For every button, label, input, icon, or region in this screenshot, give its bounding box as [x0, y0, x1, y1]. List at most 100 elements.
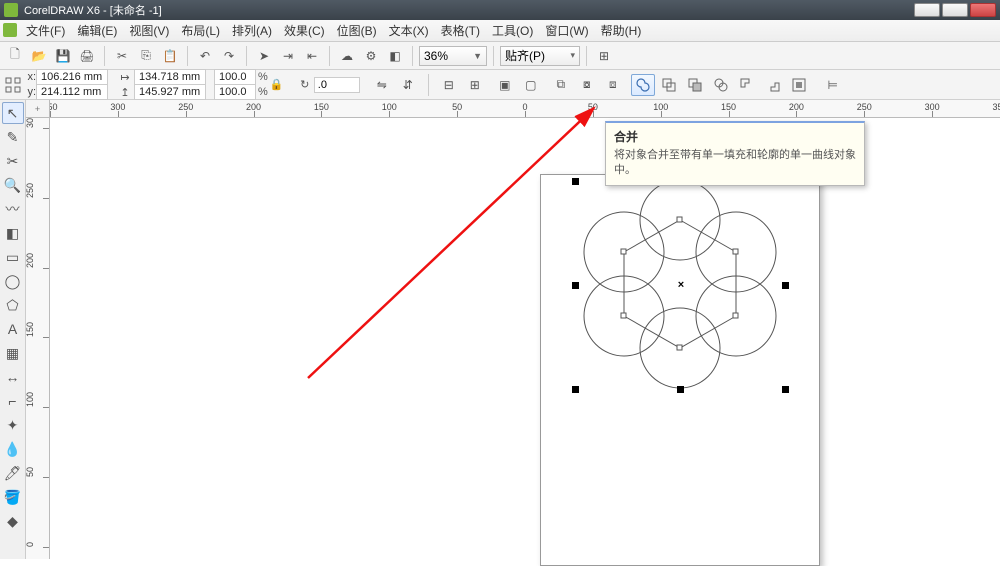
- maximize-button[interactable]: [942, 3, 968, 17]
- options-button[interactable]: ⚙: [360, 45, 382, 67]
- height-icon: ↥: [116, 84, 134, 100]
- text-tool[interactable]: A: [2, 318, 24, 340]
- x-position[interactable]: 106.216 mm: [36, 69, 108, 85]
- zoom-select[interactable]: 36% ▼: [419, 46, 487, 66]
- standard-toolbar: 🗋 📂 💾 🖨 ✂ ⎘ 📋 ↶ ↷ ➤ ⇥ ⇤ ☁ ⚙ ◧ 36% ▼ 贴齐(P…: [0, 42, 1000, 70]
- ruler-v-label: 50: [26, 467, 35, 477]
- ungroup-all-button[interactable]: ⧈: [601, 74, 625, 96]
- new-button[interactable]: 🗋: [4, 45, 26, 67]
- menu-bitmap[interactable]: 位图(B): [331, 21, 383, 41]
- group-button[interactable]: ⧉: [549, 74, 573, 96]
- scale-x[interactable]: 100.0: [214, 69, 256, 85]
- menu-help[interactable]: 帮助(H): [595, 21, 648, 41]
- menu-edit[interactable]: 编辑(E): [71, 21, 123, 41]
- ellipse-tool[interactable]: ◯: [2, 270, 24, 292]
- ruler-v-label: 100: [26, 392, 35, 407]
- align-button[interactable]: ⊟: [437, 74, 461, 96]
- snap-select[interactable]: 贴齐(P) ▾: [500, 46, 580, 66]
- print-button[interactable]: 🖨: [76, 45, 98, 67]
- lock-ratio-icon[interactable]: 🔒: [268, 77, 286, 93]
- to-front-button[interactable]: ▣: [493, 74, 517, 96]
- effects-tool[interactable]: ✦: [2, 414, 24, 436]
- ruler-h-label: 300: [925, 102, 940, 112]
- redo-button[interactable]: ↷: [218, 45, 240, 67]
- menu-bar: 文件(F) 编辑(E) 视图(V) 布局(L) 排列(A) 效果(C) 位图(B…: [0, 20, 1000, 42]
- selection-handle-br[interactable]: [782, 386, 789, 393]
- y-position[interactable]: 214.112 mm: [36, 84, 108, 100]
- table-tool[interactable]: ▦: [2, 342, 24, 364]
- ruler-v-label: 0: [26, 542, 35, 547]
- ruler-h-label: 350: [992, 102, 1000, 112]
- trim-button[interactable]: [657, 74, 681, 96]
- mirror-h-button[interactable]: ⇋: [370, 74, 394, 96]
- fill-tool[interactable]: 🪣: [2, 486, 24, 508]
- convert-curves-button[interactable]: ⊨: [821, 74, 845, 96]
- weld-button[interactable]: [631, 74, 655, 96]
- simplify-button[interactable]: [709, 74, 733, 96]
- menu-tools[interactable]: 工具(O): [486, 21, 539, 41]
- menu-text[interactable]: 文本(X): [383, 21, 435, 41]
- menu-effects[interactable]: 效果(C): [278, 21, 331, 41]
- window-title: CorelDRAW X6 - [未命名 -1]: [24, 2, 162, 18]
- menu-file[interactable]: 文件(F): [20, 21, 71, 41]
- ungroup-button[interactable]: ⧇: [575, 74, 599, 96]
- distribute-button[interactable]: ⊞: [463, 74, 487, 96]
- zoom-tool[interactable]: 🔍: [2, 174, 24, 196]
- menu-window[interactable]: 窗口(W): [539, 21, 594, 41]
- crop-tool[interactable]: ✂: [2, 150, 24, 172]
- menu-layout[interactable]: 布局(L): [175, 21, 226, 41]
- launch-button[interactable]: ◧: [384, 45, 406, 67]
- pick-button[interactable]: ➤: [253, 45, 275, 67]
- boundary-button[interactable]: [787, 74, 811, 96]
- height-value[interactable]: 145.927 mm: [134, 84, 206, 100]
- menu-table[interactable]: 表格(T): [435, 21, 486, 41]
- width-value[interactable]: 134.718 mm: [134, 69, 206, 85]
- copy-button[interactable]: ⎘: [135, 45, 157, 67]
- mirror-v-button[interactable]: ⇵: [396, 74, 420, 96]
- publish-button[interactable]: ☁: [336, 45, 358, 67]
- shape-tool[interactable]: ✎: [2, 126, 24, 148]
- viewport[interactable]: × 合并 将对象合并至带有单一填充和轮廓的单一曲线对象中。: [50, 118, 1000, 559]
- selection-handle-bl[interactable]: [572, 386, 579, 393]
- tooltip-description: 将对象合并至带有单一填充和轮廓的单一曲线对象中。: [614, 148, 856, 178]
- rectangle-tool[interactable]: ▭: [2, 246, 24, 268]
- chevron-down-icon: ▼: [473, 51, 482, 61]
- ruler-horizontal[interactable]: 3503002502001501005005010015020025030035…: [50, 100, 1000, 118]
- ruler-vertical[interactable]: 300250200150100500: [26, 118, 50, 559]
- menu-view[interactable]: 视图(V): [123, 21, 175, 41]
- back-minus-front-button[interactable]: [761, 74, 785, 96]
- minimize-button[interactable]: [914, 3, 940, 17]
- selection-handle-tl[interactable]: [572, 178, 579, 185]
- selection-handle-mr[interactable]: [782, 282, 789, 289]
- connector-tool[interactable]: ⌐: [2, 390, 24, 412]
- ruler-h-label: 0: [522, 102, 527, 112]
- eyedropper-tool[interactable]: 💧: [2, 438, 24, 460]
- save-button[interactable]: 💾: [52, 45, 74, 67]
- import-button[interactable]: ⇥: [277, 45, 299, 67]
- undo-button[interactable]: ↶: [194, 45, 216, 67]
- front-minus-back-button[interactable]: [735, 74, 759, 96]
- open-button[interactable]: 📂: [28, 45, 50, 67]
- selection-center[interactable]: ×: [678, 279, 684, 291]
- smart-fill-tool[interactable]: ◧: [2, 222, 24, 244]
- to-back-button[interactable]: ▢: [519, 74, 543, 96]
- options2-button[interactable]: ⊞: [593, 45, 615, 67]
- selection-handle-bc[interactable]: [677, 386, 684, 393]
- close-button[interactable]: [970, 3, 996, 17]
- ruler-corner[interactable]: +: [26, 100, 50, 118]
- menu-arrange[interactable]: 排列(A): [226, 21, 278, 41]
- pick-tool[interactable]: ↖: [2, 102, 24, 124]
- paste-button[interactable]: 📋: [159, 45, 181, 67]
- intersect-button[interactable]: [683, 74, 707, 96]
- rotation-input[interactable]: [314, 77, 360, 93]
- drawing: [540, 178, 820, 418]
- scale-y[interactable]: 100.0: [214, 84, 256, 100]
- export-button[interactable]: ⇤: [301, 45, 323, 67]
- freehand-tool[interactable]: 〰: [2, 198, 24, 220]
- polygon-tool[interactable]: ⬠: [2, 294, 24, 316]
- dimension-tool[interactable]: ↔: [2, 366, 24, 388]
- cut-button[interactable]: ✂: [111, 45, 133, 67]
- interactive-fill-tool[interactable]: ◆: [2, 510, 24, 532]
- selection-handle-ml[interactable]: [572, 282, 579, 289]
- outline-tool[interactable]: 🖊: [2, 462, 24, 484]
